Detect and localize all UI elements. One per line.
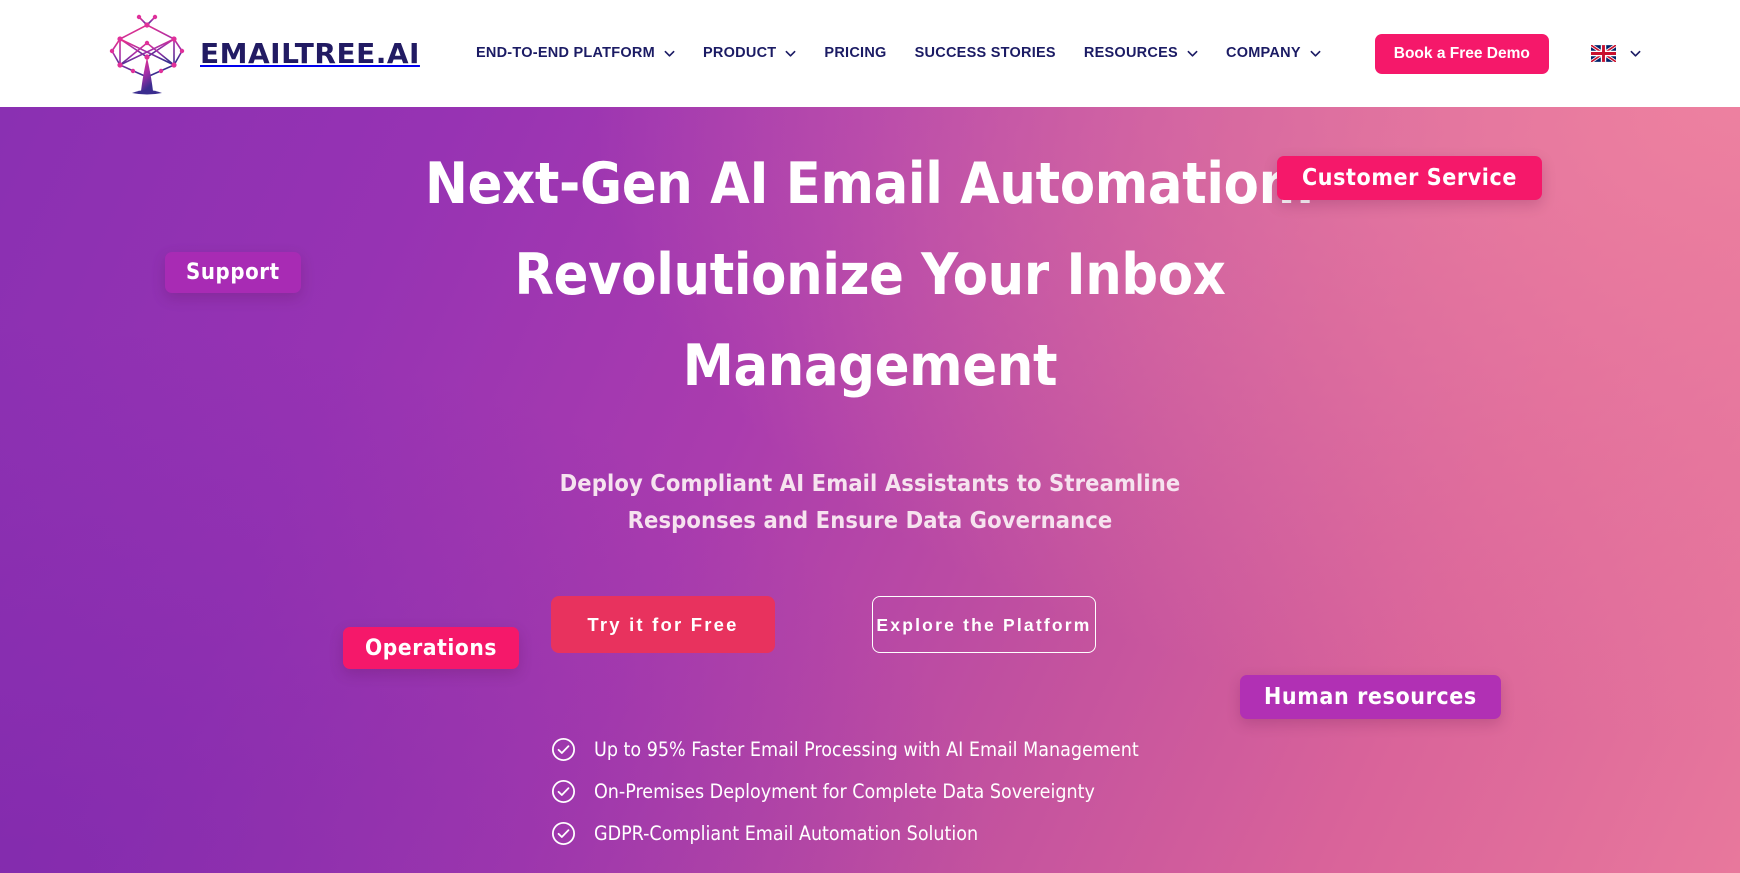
nav-label: END-TO-END PLATFORM xyxy=(475,45,655,61)
hero-cta-row: Try it for Free Explore the Platform xyxy=(551,596,1096,653)
feature-text: Up to 95% Faster Email Processing with A… xyxy=(594,738,1139,761)
chevron-down-icon xyxy=(1310,48,1321,59)
nav-label: PRICING xyxy=(824,45,887,61)
check-circle-icon xyxy=(551,779,576,804)
chevron-down-icon xyxy=(1187,48,1198,59)
badge-human-resources[interactable]: Human resources xyxy=(1240,675,1501,719)
nav-item-end-to-end-platform[interactable]: END-TO-END PLATFORM xyxy=(462,0,689,107)
chevron-down-icon xyxy=(1630,48,1641,59)
hero-section: Next-Gen AI Email Automation: Revolution… xyxy=(0,107,1740,873)
list-item: GDPR-Compliant Email Automation Solution xyxy=(551,821,1139,846)
emailtree-network-tree-logo-icon xyxy=(108,13,186,95)
nav-item-pricing[interactable]: PRICING xyxy=(810,0,900,107)
list-item: On-Premises Deployment for Complete Data… xyxy=(551,779,1139,804)
nav-label: COMPANY xyxy=(1225,45,1301,61)
badge-customer-service[interactable]: Customer Service xyxy=(1277,156,1542,200)
check-circle-icon xyxy=(551,737,576,762)
logo-link[interactable]: EMAILTREE.AI xyxy=(108,13,420,95)
uk-flag-icon xyxy=(1589,43,1617,64)
nav-label: PRODUCT xyxy=(702,45,777,61)
feature-text: GDPR-Compliant Email Automation Solution xyxy=(594,822,979,845)
main-navigation: END-TO-END PLATFORM PRODUCT PRICING SUCC… xyxy=(462,0,1335,107)
nav-item-resources[interactable]: RESOURCES xyxy=(1070,0,1212,107)
chevron-down-icon xyxy=(785,48,796,59)
try-it-free-button[interactable]: Try it for Free xyxy=(551,596,775,653)
book-demo-button[interactable]: Book a Free Demo xyxy=(1374,33,1549,74)
hero-subtitle: Deploy Compliant AI Email Assistants to … xyxy=(559,469,1181,534)
check-circle-icon xyxy=(551,821,576,846)
nav-label: SUCCESS STORIES xyxy=(914,45,1056,61)
badge-operations[interactable]: Operations xyxy=(343,627,520,669)
page-title: Next-Gen AI Email Automation: Revolution… xyxy=(424,151,1316,399)
site-header: EMAILTREE.AI END-TO-END PLATFORM PRODUCT… xyxy=(0,0,1740,107)
list-item: Up to 95% Faster Email Processing with A… xyxy=(551,737,1139,762)
nav-item-success-stories[interactable]: SUCCESS STORIES xyxy=(901,0,1070,107)
logo-text: EMAILTREE.AI xyxy=(200,37,420,70)
feature-text: On-Premises Deployment for Complete Data… xyxy=(594,780,1095,803)
badge-support[interactable]: Support xyxy=(165,252,301,293)
explore-platform-button[interactable]: Explore the Platform xyxy=(872,596,1096,653)
nav-item-company[interactable]: COMPANY xyxy=(1212,0,1335,107)
hero-feature-list: Up to 95% Faster Email Processing with A… xyxy=(551,737,1139,846)
chevron-down-icon xyxy=(664,48,675,59)
nav-label: RESOURCES xyxy=(1083,45,1178,61)
language-selector[interactable] xyxy=(1589,43,1641,64)
nav-item-product[interactable]: PRODUCT xyxy=(689,0,810,107)
